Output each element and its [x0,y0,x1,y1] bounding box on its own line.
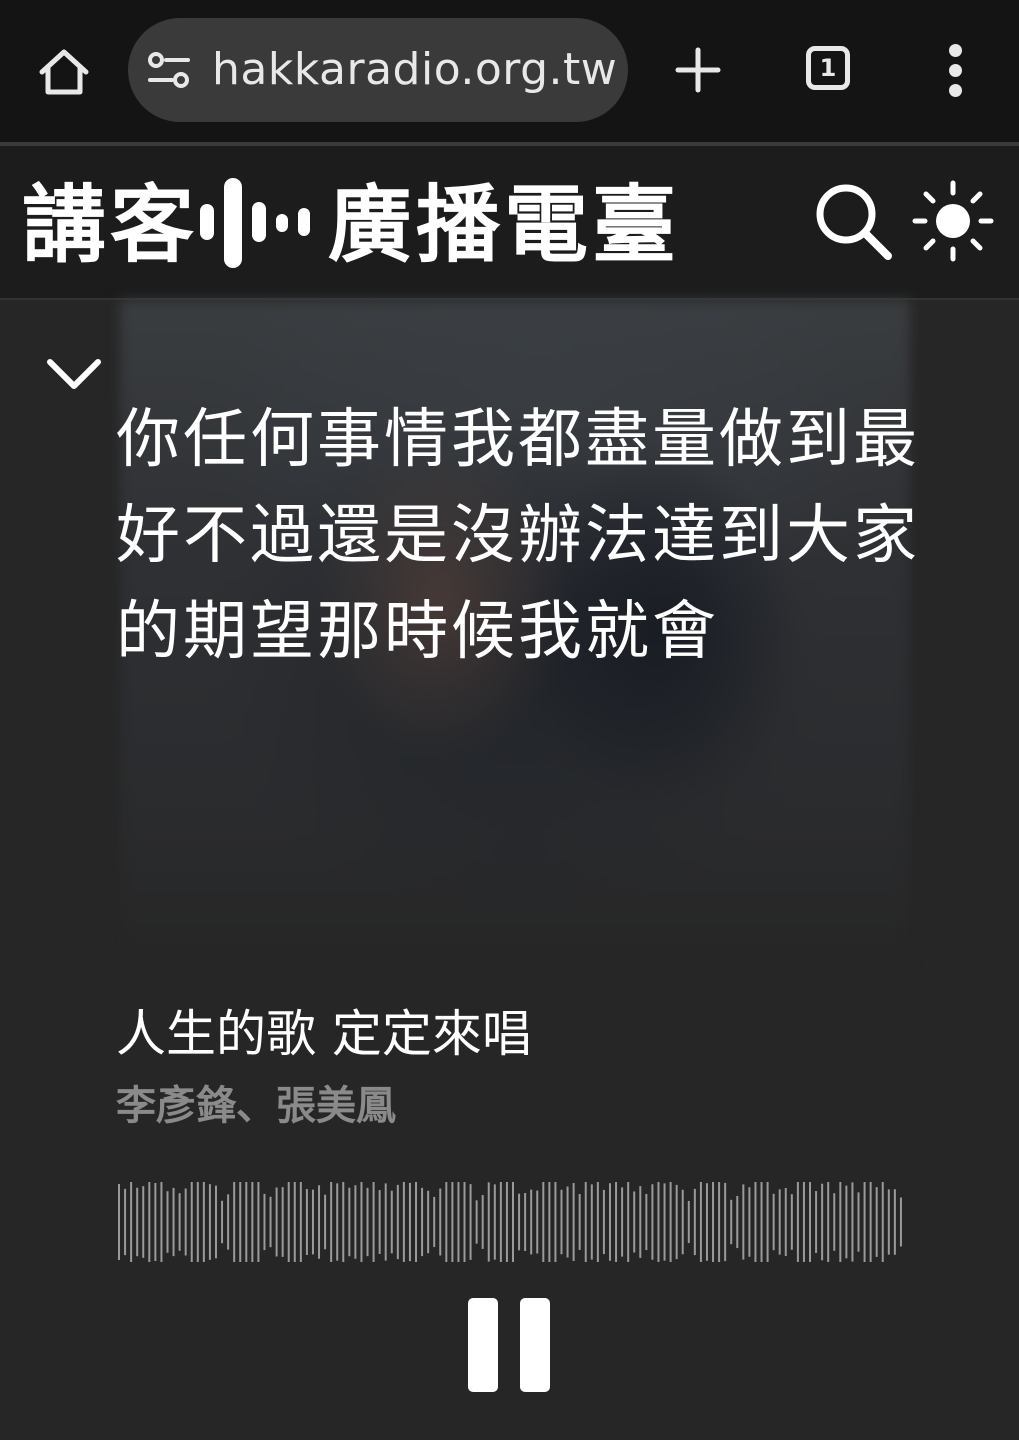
sun-icon [912,180,994,262]
tune-icon [148,52,190,88]
pause-icon [468,1298,498,1392]
more-vert-icon [949,44,962,57]
home-icon [39,49,89,95]
audio-waveform[interactable] [118,1180,906,1264]
sound-wave-logo-icon [200,178,310,268]
search-icon [816,184,892,260]
home-button[interactable] [34,42,94,102]
now-playing-panel: 你任何事情我都盡量做到最 好不過還是沒辦法達到大家 的期望那時候我就會 人生的歌… [0,300,1019,1440]
lyrics-text: 你任何事情我都盡量做到最 好不過還是沒辦法達到大家 的期望那時候我就會 [116,392,920,680]
site-info-button[interactable] [146,48,192,94]
collapse-player-button[interactable] [44,354,104,394]
tab-switcher-button[interactable]: 1 [806,46,850,90]
logo-char: 臺 [592,175,677,274]
logo-char: 廣 [328,175,413,274]
url-text[interactable]: hakkaradio.org.tw [212,42,617,98]
song-title: 人生的歌 定定來唱 [116,1005,532,1063]
browser-menu-button[interactable] [940,44,972,97]
logo-char: 電 [504,175,589,274]
browser-toolbar: hakkaradio.org.tw 1 [0,0,1019,142]
address-bar[interactable]: hakkaradio.org.tw [128,18,628,122]
site-header: 講 客 廣 播 電 臺 [0,146,1019,300]
logo-char: 客 [110,175,195,274]
site-logo[interactable]: 講 客 廣 播 電 臺 [22,174,676,274]
lyrics-line: 好不過還是沒辦法達到大家 [116,499,920,573]
logo-char: 講 [22,175,107,274]
plus-icon [675,47,721,93]
tab-count: 1 [819,54,837,82]
theme-toggle-button[interactable] [912,180,994,262]
new-tab-button[interactable] [672,42,724,98]
search-button[interactable] [812,180,894,262]
logo-char: 播 [416,175,501,274]
song-artist: 李彥鋒、張美鳳 [116,1083,396,1129]
pause-button[interactable] [466,1298,552,1394]
lyrics-line: 的期望那時候我就會 [116,595,719,669]
lyrics-line: 你任何事情我都盡量做到最 [116,403,920,477]
chevron-down-icon [47,359,101,389]
